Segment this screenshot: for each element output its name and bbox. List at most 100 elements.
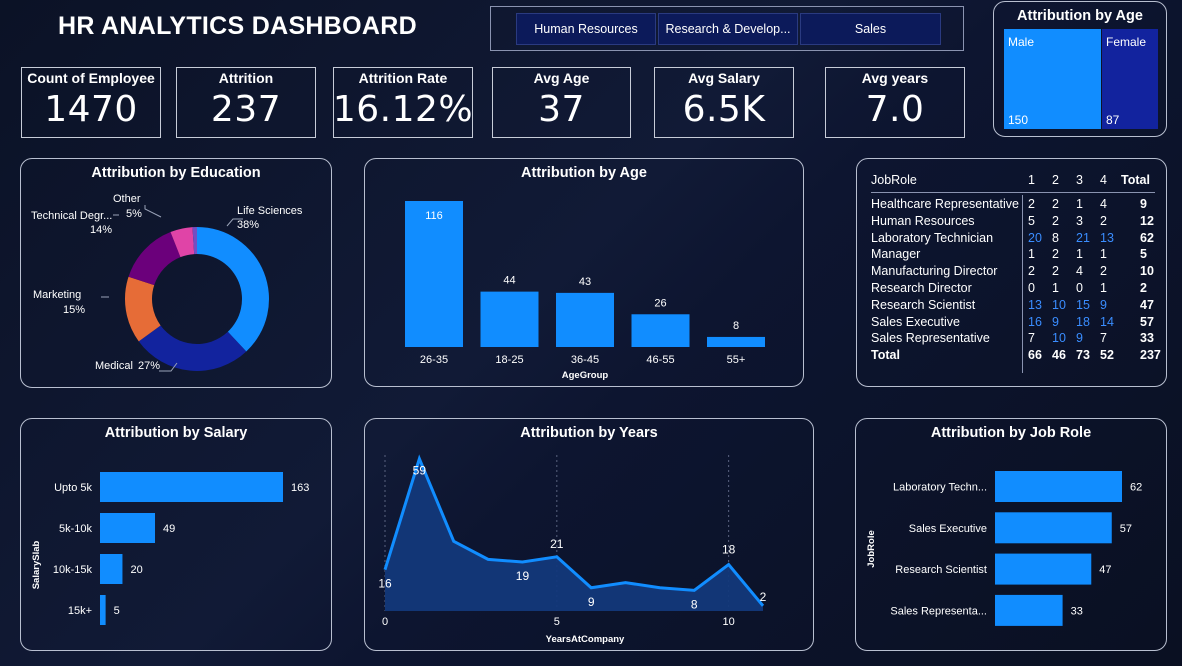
donut-slice-technical-degr[interactable]: [128, 232, 181, 286]
matrix-cell: 10: [1052, 331, 1066, 346]
jobrole-category-label: Sales Representa...: [890, 605, 987, 617]
jobrole-bar-sales-representa[interactable]: [995, 594, 1063, 626]
age-bar-26-35[interactable]: [405, 201, 463, 347]
matrix-cell: 20: [1028, 230, 1042, 245]
matrix-cell: 9: [1076, 331, 1083, 346]
matrix-cell: 52: [1100, 348, 1114, 363]
matrix-row: Healthcare Representative 2 2 1 4 9: [871, 197, 1161, 213]
jobrole-bar-laboratory-techn[interactable]: [995, 471, 1122, 502]
treemap-male[interactable]: Male 150: [1004, 29, 1101, 129]
salary-bar-10k-15k[interactable]: [100, 554, 123, 584]
matrix-cell-role: Research Scientist: [871, 297, 976, 312]
department-slicer: Human Resources Research & Develop... Sa…: [490, 6, 964, 51]
age-bars: 116 26-35 44 18-25 43 36-45 26 46-55 8 55+: [405, 201, 765, 366]
matrix-cell-role: Manufacturing Director: [871, 264, 998, 279]
matrix-cell-total: 10: [1140, 264, 1154, 279]
matrix-total-row: Total 66 46 73 52 237: [871, 348, 1161, 364]
jobrole-category-label: Laboratory Techn...: [893, 482, 987, 494]
matrix-cell: 10: [1052, 297, 1066, 312]
kpi-value: 7.0: [865, 89, 925, 130]
label-medical: Medical: [95, 360, 133, 372]
salary-bar-5k-10k[interactable]: [100, 513, 156, 543]
slicer-option-sales[interactable]: Sales: [800, 13, 941, 45]
matrix-row: Manager 1 2 1 1 5: [871, 247, 1161, 263]
age-bar-value: 116: [425, 210, 443, 222]
matrix-cell: 2: [1100, 213, 1107, 228]
jobrole-bar-chart: JobRole Laboratory Techn... 62 Sales Execu…: [866, 471, 1142, 626]
matrix-cell: 4: [1100, 197, 1107, 211]
matrix-cell: 2: [1052, 173, 1059, 187]
matrix-cell: 2: [1052, 197, 1059, 211]
matrix-cell: 13: [1028, 297, 1042, 312]
age-bar-46-55[interactable]: [631, 314, 690, 347]
matrix-cell-total: 2: [1140, 281, 1147, 295]
jobrole-bar-sales-executive[interactable]: [995, 512, 1112, 544]
matrix-cell: 0: [1028, 281, 1035, 295]
salary-value-label: 163: [291, 482, 309, 494]
matrix-cell: 8: [1052, 230, 1059, 245]
matrix-cell-total: 47: [1140, 297, 1154, 312]
donut-slice-life-sciences[interactable]: [197, 227, 269, 352]
years-data-label: 2: [760, 590, 767, 604]
pct-other: 5%: [126, 208, 142, 220]
age-bar-18-25[interactable]: [480, 291, 539, 347]
salary-bars: Upto 5k 163 5k-10k 49 10k-15k 20 15k+ 5: [53, 472, 309, 625]
kpi-label: Attrition Rate: [358, 70, 448, 86]
matrix-row: Human Resources 5 2 3 2 12: [871, 214, 1161, 230]
jobrole-bars: Laboratory Techn... 62 Sales Executive 57 Re…: [890, 471, 1142, 626]
kpi-avg-years: Avg years 7.0: [825, 67, 965, 138]
pct-life-sciences: 38%: [237, 219, 259, 231]
matrix-cell: 2: [1052, 213, 1059, 228]
matrix-cell: 2: [1052, 247, 1059, 262]
matrix-cell: 66: [1028, 348, 1042, 363]
kpi-value: 37: [538, 89, 585, 130]
matrix-row: Laboratory Technician 20 8 21 13 62: [871, 231, 1161, 247]
x-tick-label: 0: [382, 616, 388, 628]
matrix-cell-total: 12: [1140, 213, 1154, 228]
matrix-cell: 2: [1052, 264, 1059, 279]
kpi-avg-age: Avg Age 37: [492, 67, 631, 138]
salary-category-label: 15k+: [68, 605, 92, 617]
age-bar-55[interactable]: [707, 336, 765, 347]
kpi-value: 1470: [44, 89, 138, 130]
matrix-header-row: JobRole 1 2 3 4 Total: [871, 173, 1161, 189]
kpi-employee-count: Count of Employee 1470: [21, 67, 161, 138]
years-data-label: 18: [722, 543, 736, 557]
matrix-cell-total: Total: [1121, 173, 1150, 187]
jobrole-category-label: Research Scientist: [895, 564, 987, 576]
jobrole-bar-research-scientist[interactable]: [995, 553, 1092, 585]
matrix-cell: 4: [1076, 264, 1083, 279]
salary-category-label: 5k-10k: [59, 523, 93, 535]
treemap-female[interactable]: Female 87: [1102, 29, 1158, 129]
years-data-label: 9: [588, 595, 595, 609]
matrix-cell-role: Total: [871, 348, 900, 363]
label-technical-degree: Technical Degr...: [31, 210, 112, 222]
age-tick-label: 36-45: [571, 354, 599, 366]
years-data-label: 21: [550, 537, 564, 551]
matrix-cell: 15: [1076, 297, 1090, 312]
salary-bar-upto-5k[interactable]: [100, 472, 283, 502]
age-tick-label: 55+: [727, 354, 746, 366]
matrix-cell: 46: [1052, 348, 1066, 363]
age-bar-36-45[interactable]: [556, 292, 614, 347]
age-bar-value: 26: [654, 297, 666, 309]
slicer-option-research-development[interactable]: Research & Develop...: [658, 13, 798, 45]
y-axis-title: SalarySlab: [31, 541, 42, 590]
age-tick-label: 26-35: [420, 354, 448, 366]
jobrole-value-label: 57: [1120, 523, 1132, 535]
years-card: Attribution by Years 0 5 10 16 59 19 21 9 8 18 2 Y…: [364, 418, 814, 651]
slicer-option-human-resources[interactable]: Human Resources: [516, 13, 656, 45]
matrix-cell-role: Research Director: [871, 281, 972, 295]
gender-attrition-card: Attribution by Age Male 150 Female 87: [993, 1, 1167, 137]
matrix-divider: [871, 192, 1155, 193]
matrix-cell-total: 33: [1140, 331, 1154, 346]
kpi-attrition: Attrition 237: [176, 67, 316, 138]
jobrole-bar-card: Attribution by Job Role JobRole Laborato…: [855, 418, 1167, 651]
label-marketing: Marketing: [33, 289, 81, 301]
page-title: HR ANALYTICS DASHBOARD: [58, 12, 417, 40]
salary-value-label: 5: [114, 605, 120, 617]
age-bar-value: 43: [579, 276, 591, 288]
salary-bar-15k[interactable]: [100, 595, 106, 625]
matrix-cell: 1: [1028, 247, 1035, 262]
y-axis-title: JobRole: [866, 530, 877, 567]
